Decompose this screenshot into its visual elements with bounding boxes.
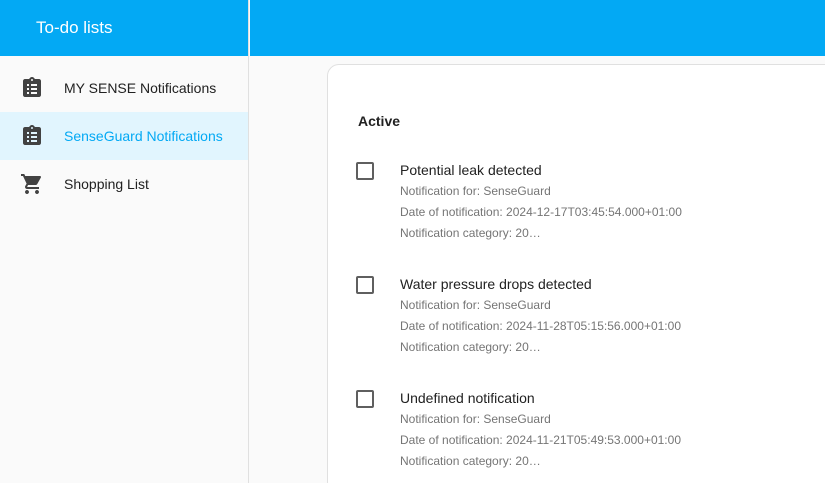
item-checkbox[interactable] [356, 276, 374, 294]
item-notification-for: Notification for: SenseGuard [400, 298, 551, 312]
item-category: Notification category: 20… [400, 226, 541, 240]
item-notification-for: Notification for: SenseGuard [400, 412, 551, 426]
sidebar-item-label: Shopping List [64, 176, 149, 192]
sidebar-item-my-sense-notifications[interactable]: MY SENSE Notifications [0, 64, 248, 112]
main-content: Active Potential leak detected Notificat… [250, 56, 825, 483]
item-checkbox[interactable] [356, 162, 374, 180]
item-checkbox[interactable] [356, 390, 374, 408]
sidebar: To-do lists MY SENSE Notifications Sense… [0, 0, 249, 483]
cart-icon [20, 172, 44, 196]
item-date: Date of notification: 2024-11-21T05:49:5… [400, 433, 681, 447]
todo-list-card: Active Potential leak detected Notificat… [327, 64, 825, 483]
top-app-bar [250, 0, 825, 56]
item-title[interactable]: Water pressure drops detected [400, 276, 592, 292]
clipboard-list-icon [20, 76, 44, 100]
item-date: Date of notification: 2024-12-17T03:45:5… [400, 205, 682, 219]
sidebar-item-label: MY SENSE Notifications [64, 80, 217, 96]
item-category: Notification category: 20… [400, 340, 541, 354]
item-date: Date of notification: 2024-11-28T05:15:5… [400, 319, 681, 333]
sidebar-nav: MY SENSE Notifications SenseGuard Notifi… [0, 56, 248, 208]
section-title: Active [358, 113, 401, 129]
sidebar-item-shopping-list[interactable]: Shopping List [0, 160, 248, 208]
item-category: Notification category: 20… [400, 454, 541, 468]
item-title[interactable]: Potential leak detected [400, 162, 542, 178]
clipboard-list-icon [20, 124, 44, 148]
item-notification-for: Notification for: SenseGuard [400, 184, 551, 198]
sidebar-item-label: SenseGuard Notifications [64, 128, 223, 144]
sidebar-title: To-do lists [36, 18, 113, 37]
sidebar-header: To-do lists [0, 0, 248, 56]
item-title[interactable]: Undefined notification [400, 390, 535, 406]
sidebar-item-senseguard-notifications[interactable]: SenseGuard Notifications [0, 112, 248, 160]
